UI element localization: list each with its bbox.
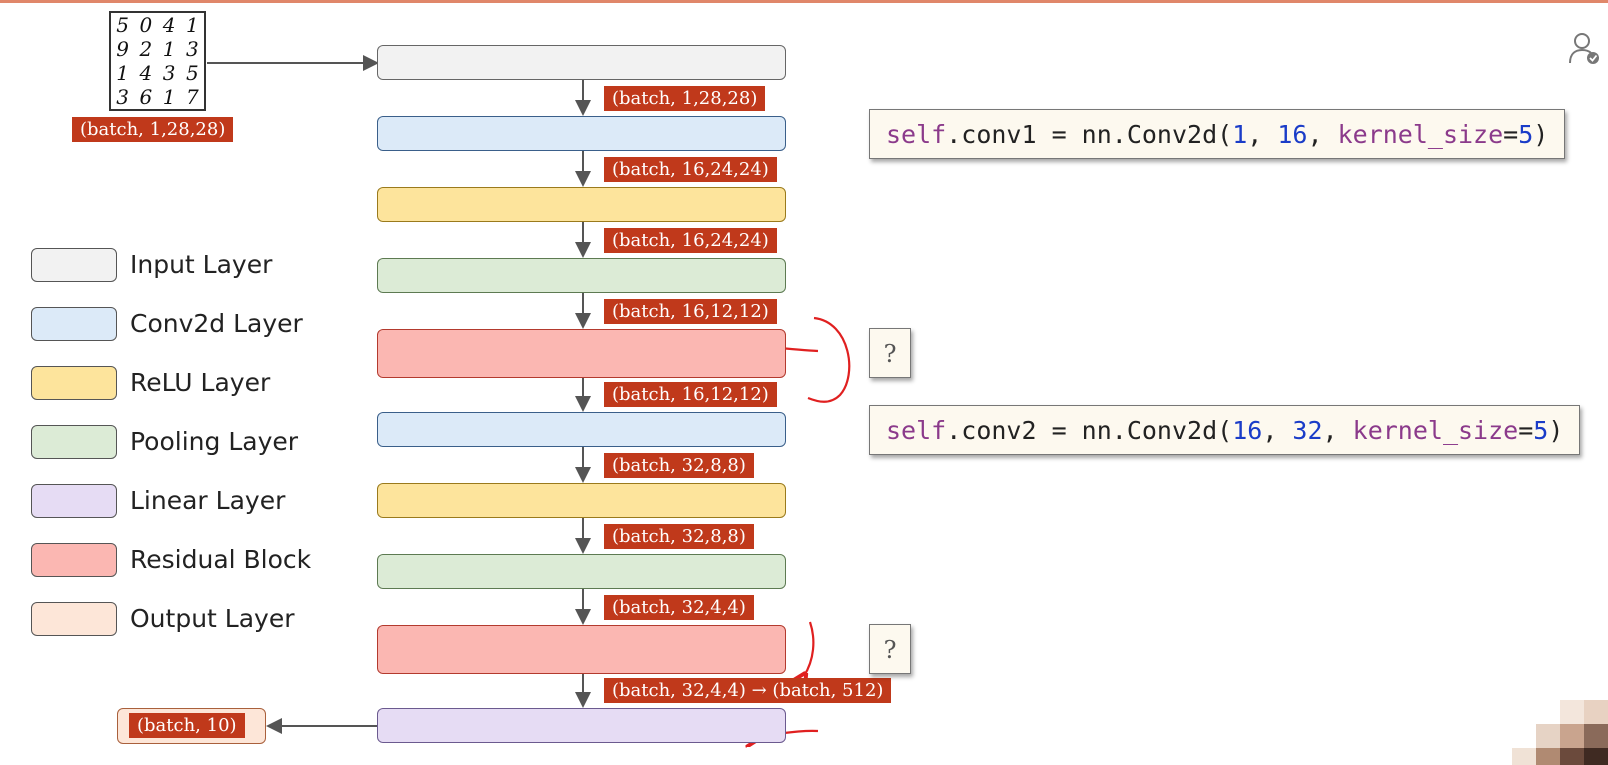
shape-label: (batch, 32,8,8) [604,453,754,478]
conv2d-layer-block [377,116,786,151]
legend-label: ReLU Layer [130,368,271,397]
shape-label: (batch, 16,24,24) [604,228,777,253]
legend-label: Conv2d Layer [130,309,303,338]
residual-arrow-annotation-2 [804,621,815,676]
legend-label: Input Layer [130,250,273,279]
code-arg: 32 [1292,416,1323,445]
output-layer-box: (batch, 10) [117,708,266,744]
legend-swatch [31,602,117,636]
input-layer-block [377,45,786,80]
shape-label: (batch, 32,4,4) → (batch, 512) [604,678,892,703]
legend-label: Pooling Layer [130,427,299,456]
legend-swatch [31,543,117,577]
residual-block [377,625,786,674]
shape-label: (batch, 32,8,8) [604,524,754,549]
legend-swatch [31,484,117,518]
shape-label: (batch, 16,24,24) [604,157,777,182]
residual-skip-annotation [807,316,851,403]
legend-label: Residual Block [130,545,312,574]
legend-label: Linear Layer [130,486,286,515]
legend-swatch [31,248,117,282]
relu-layer-block [377,483,786,518]
code-keyword: kernel_size [1352,416,1519,445]
code-arg: 16 [1277,120,1308,149]
code-self: self [886,120,947,149]
code-conv2: self.conv2 = nn.Conv2d(16, 32, kernel_si… [869,405,1581,455]
shape-label: (batch, 16,12,12) [604,382,777,407]
code-text: .conv1 = nn.Conv2d( [946,120,1233,149]
code-arg: 5 [1518,120,1534,149]
legend-label: Output Layer [130,604,295,633]
conv2d-layer-block [377,412,786,447]
legend-swatch [31,307,117,341]
relu-layer-block [377,187,786,222]
legend-swatch [31,366,117,400]
code-self: self [886,416,947,445]
code-conv1: self.conv1 = nn.Conv2d(1, 16, kernel_siz… [869,109,1566,159]
code-text: .conv2 = nn.Conv2d( [946,416,1233,445]
user-check-icon[interactable] [1568,30,1602,70]
code-keyword: kernel_size [1337,120,1504,149]
pooling-layer-block [377,258,786,293]
linear-layer-block [377,708,786,743]
question-box: ? [869,328,911,378]
output-shape-label: (batch, 10) [129,713,245,738]
shape-label: (batch, 1,28,28) [604,86,766,111]
shape-label: (batch, 32,4,4) [604,595,754,620]
code-arg: 5 [1533,416,1549,445]
pooling-layer-block [377,554,786,589]
residual-block [377,329,786,378]
shape-label: (batch, 16,12,12) [604,299,777,324]
code-arg: 1 [1232,120,1248,149]
code-arg: 16 [1232,416,1263,445]
question-box: ? [869,624,911,674]
legend-swatch [31,425,117,459]
